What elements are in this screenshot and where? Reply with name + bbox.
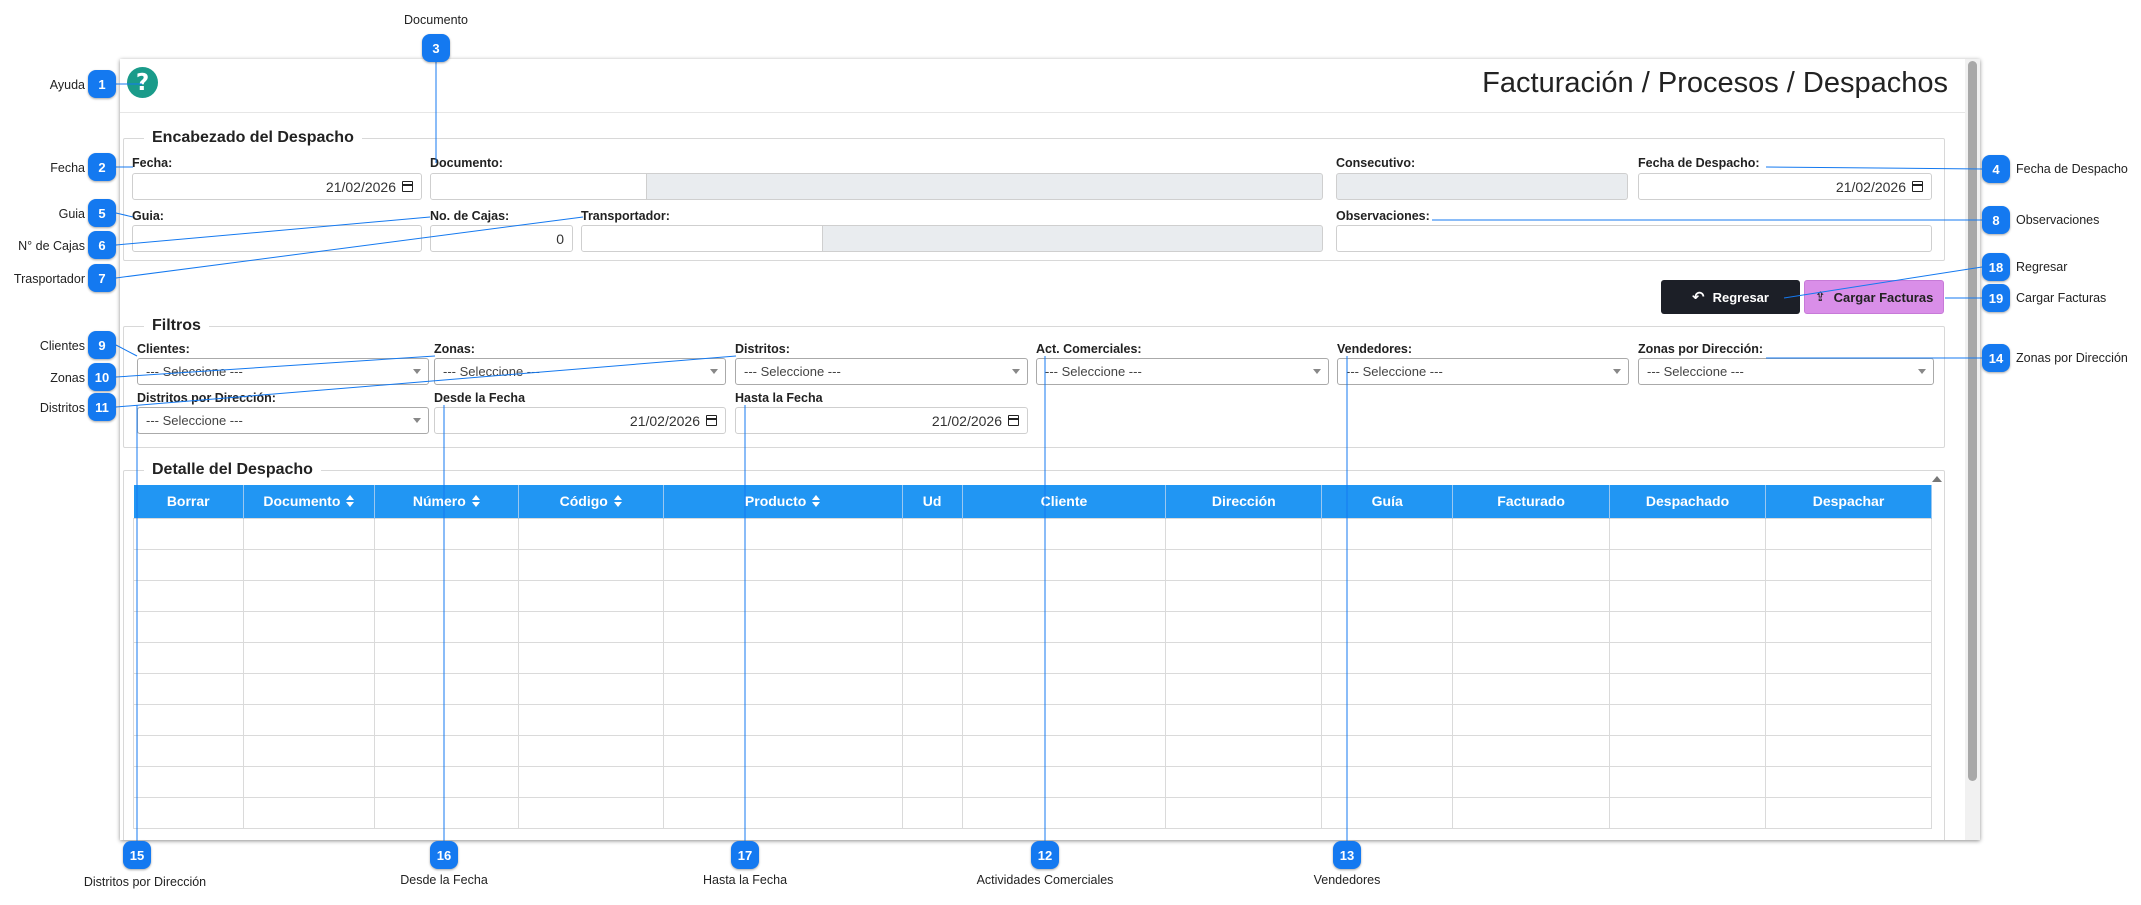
callout-lines	[115, 61, 1983, 841]
